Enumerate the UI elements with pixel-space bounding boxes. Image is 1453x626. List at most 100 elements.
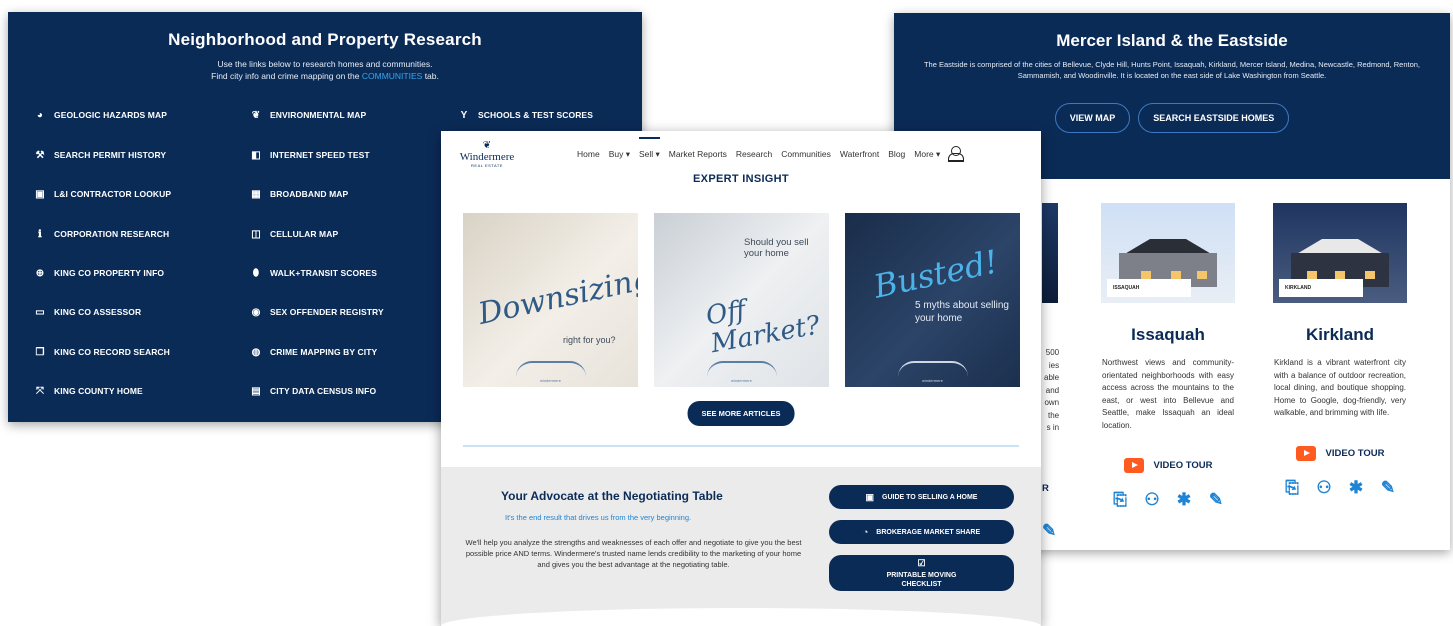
card-brand: windermere [731,378,752,383]
expert-insight-title: EXPERT INSIGHT [693,173,789,185]
research-link[interactable]: ❦ ENVIRONMENTAL MAP [250,110,410,122]
document-icon[interactable]: ⎘ [1109,489,1131,511]
see-more-articles-button[interactable]: SEE MORE ARTICLES [687,401,795,426]
community-icon[interactable]: ⚇ [1141,489,1163,511]
view-map-button[interactable]: VIEW MAP [1054,103,1131,133]
research-link-label: CELLULAR MAP [270,229,339,239]
card-script-text: Off Market? [703,295,823,360]
research-link[interactable]: ⬮ WALK+TRANSIT SCORES [250,268,410,280]
article-card-downsizing[interactable]: Downsizing right for you? windermere [463,213,638,387]
crime-icon: ◍ [251,347,261,358]
research-link[interactable]: ▭ KING CO ASSESSOR [34,307,194,319]
printable-moving-checklist-button[interactable]: ☑ PRINTABLE MOVING CHECKLIST [829,555,1014,591]
guide-to-selling-button[interactable]: ▣ GUIDE TO SELLING A HOME [829,485,1014,509]
partial-text-line: s in [1046,423,1060,432]
research-link[interactable]: Y SCHOOLS & TEST SCORES [458,110,618,122]
eastside-buttons: VIEW MAP SEARCH EASTSIDE HOMES [894,103,1450,133]
info-icon: ℹ [38,229,42,240]
logo-word: Windermere [459,150,515,163]
city-card-issaquah: ISSAQUAH Issaquah Northwest views and co… [1098,203,1238,511]
subtitle-prefix: Find city info and crime mapping on the [211,71,360,81]
card-small-text: right for you? [563,335,616,345]
city-description: Kirkland is a vibrant waterfront city wi… [1274,358,1406,417]
city-photo: KIRKLAND [1273,203,1407,303]
logo-sub: REAL ESTATE [471,162,503,168]
advocate-body: We'll help you analyze the strengths and… [465,538,802,569]
city-action-icons: ⎘ ⚇ ✱ ✎ [1270,477,1410,499]
community-icon[interactable]: ⚇ [1313,477,1335,499]
video-tour-label: VIDEO TOUR [1153,460,1213,471]
census-icon: ▤ [251,386,261,397]
communities-link[interactable]: COMMUNITIES [362,71,422,81]
research-link-label: L&I CONTRACTOR LOOKUP [54,189,172,199]
partial-text-line: able [1044,373,1060,382]
speed-icon: ◧ [251,150,261,161]
guide-to-selling-label: GUIDE TO SELLING A HOME [882,493,978,501]
cellular-icon: ◫ [251,229,261,240]
research-link-label: INTERNET SPEED TEST [270,150,370,160]
broadband-icon: ▦ [251,189,261,200]
nav-item-home[interactable]: Home [577,149,600,159]
partial-city-text: 500 ies able and own the s in [1044,347,1059,435]
chart-pie-icon: ◔ [862,527,869,537]
partial-text-line: own [1044,398,1060,407]
research-link-label: SEARCH PERMIT HISTORY [54,150,167,160]
video-tour-link[interactable]: VIDEO TOUR [1098,458,1238,473]
nav-item-more[interactable]: More ▾ [914,149,940,160]
research-link[interactable]: ⊕ KING CO PROPERTY INFO [34,268,194,280]
city-description: Northwest views and community-orientated… [1102,358,1234,430]
nav-item-waterfront[interactable]: Waterfront [840,149,879,159]
advocate-title: Your Advocate at the Negotiating Table [501,489,723,503]
research-link[interactable]: ▦ BROADBAND MAP [250,189,410,201]
brokerage-market-share-button[interactable]: ◔ BROKERAGE MARKET SHARE [829,520,1014,544]
research-link-label: KING COUNTY HOME [54,386,143,396]
partial-text-line: and [1045,385,1060,395]
article-card-busted[interactable]: Busted! 5 myths about selling your home … [845,213,1020,387]
article-card-off-market[interactable]: Should you sell your home Off Market? wi… [654,213,829,387]
pencil-icon[interactable]: ✎ [1377,477,1399,499]
advocate-subtitle: It's the end result that drives us from … [505,513,692,522]
research-link-label: KING CO RECORD SEARCH [54,347,170,357]
research-link-label: KING CO ASSESSOR [54,307,142,317]
nav-item-sell[interactable]: Sell ▾ [638,136,660,160]
star-icon[interactable]: ✱ [1173,489,1195,511]
partial-text-line: 500 [1045,348,1060,357]
brokerage-market-share-label: BROKERAGE MARKET SHARE [876,528,981,536]
research-link-label: CITY DATA CENSUS INFO [270,386,377,396]
research-link[interactable]: ⤧ KING COUNTY HOME [34,386,194,398]
video-tour-label: VIDEO TOUR [1325,447,1385,459]
pencil-icon[interactable]: ✎ [1042,521,1056,541]
research-link[interactable]: ◕ GEOLOGIC HAZARDS MAP [34,110,194,122]
nav-item-research[interactable]: Research [736,149,772,159]
video-tour-link[interactable]: VIDEO TOUR [1270,445,1410,461]
research-link[interactable]: ❐ KING CO RECORD SEARCH [34,347,194,359]
tools-icon: ⚒ [35,150,45,161]
sell-page-panel: ❦ Windermere REAL ESTATE Home Buy ▾ Sell ▾… [441,131,1041,626]
pencil-icon[interactable]: ✎ [1205,489,1227,511]
research-link[interactable]: ◍ CRIME MAPPING BY CITY [250,347,410,359]
research-link[interactable]: ▣ L&I CONTRACTOR LOOKUP [34,189,194,201]
research-link[interactable]: ℹ CORPORATION RESEARCH [34,229,194,241]
card-script-text: Downsizing [475,261,638,332]
city-name: Kirkland [1305,325,1375,344]
user-account-icon[interactable] [948,146,965,162]
research-link[interactable]: ▤ CITY DATA CENSUS INFO [250,386,410,398]
document-icon[interactable]: ⎘ [1281,477,1303,499]
research-link[interactable]: ◫ CELLULAR MAP [250,229,410,241]
nav-item-market-reports[interactable]: Market Reports [669,149,727,159]
card-small-text: 5 myths about selling your home [915,300,1009,324]
subtitle-suffix: tab. [424,71,439,81]
windermere-logo[interactable]: ❦ Windermere REAL ESTATE [451,140,523,168]
search-eastside-homes-button[interactable]: SEARCH EASTSIDE HOMES [1138,103,1290,133]
partial-text-line: ies [1048,360,1060,370]
top-nav: ❦ Windermere REAL ESTATE Home Buy ▾ Sell ▾… [441,131,1041,177]
research-link[interactable]: ⚒ SEARCH PERMIT HISTORY [34,150,194,162]
star-icon[interactable]: ✱ [1345,477,1367,499]
nav-item-communities[interactable]: Communities [781,149,831,159]
research-link[interactable]: ◧ INTERNET SPEED TEST [250,150,410,162]
nav-item-buy[interactable]: Buy ▾ [609,149,630,160]
research-link[interactable]: ◉ SEX OFFENDER REGISTRY [250,307,410,319]
youtube-play-icon [1295,445,1316,461]
research-link-label: SEX OFFENDER REGISTRY [270,307,384,317]
nav-item-blog[interactable]: Blog [888,149,905,159]
